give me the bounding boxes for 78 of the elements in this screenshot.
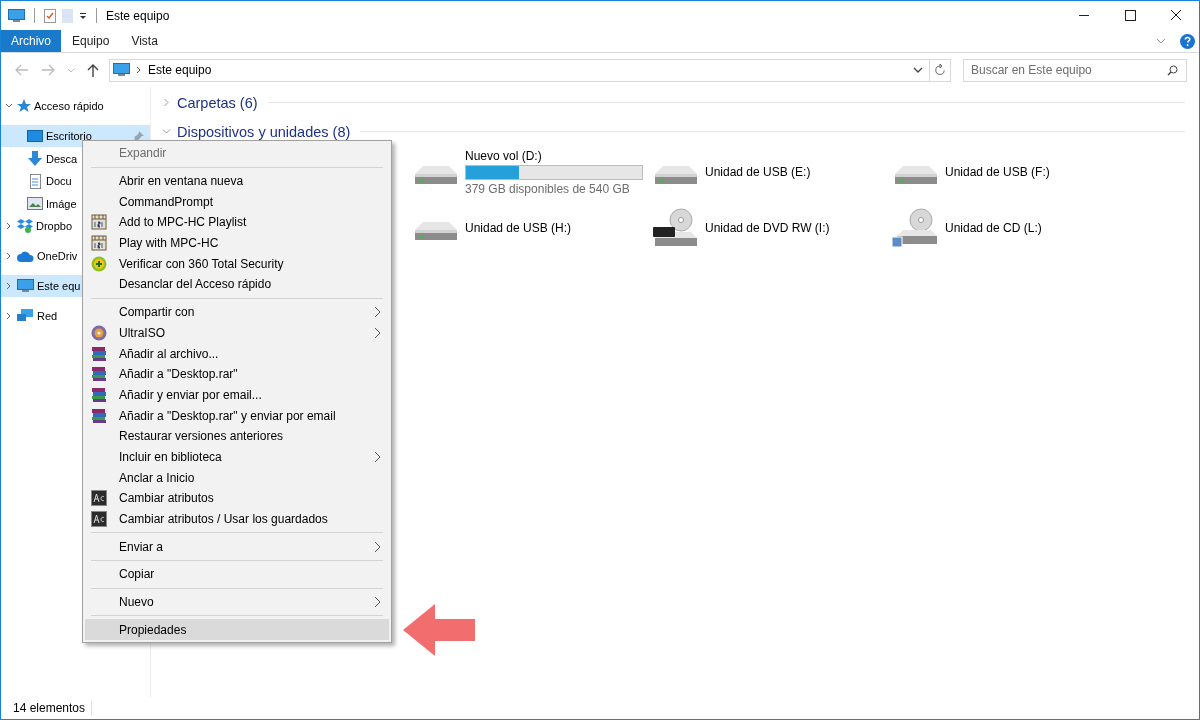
menu-item[interactable]: Añadir a "Desktop.rar" [85, 363, 389, 385]
image-icon [27, 197, 43, 211]
drive-name[interactable]: Unidad de CD (L:) [945, 221, 1042, 235]
forward-arrow-icon[interactable] [41, 64, 55, 76]
boxes-icon [17, 219, 33, 234]
drive-name[interactable]: Unidad de USB (H:) [465, 221, 572, 235]
up-arrow-icon[interactable] [87, 63, 99, 77]
group-heading[interactable]: Dispositivos y unidades (8) [177, 123, 351, 140]
menu-item[interactable]: Play with MPC-HC [85, 232, 389, 254]
address-bar[interactable]: Este equipo [109, 58, 930, 82]
menu-item[interactable]: Cambiar atributos / Usar los guardados [85, 508, 389, 530]
film-icon [91, 214, 107, 231]
app-icon [91, 490, 107, 507]
books-icon [91, 345, 107, 362]
menu-item[interactable]: Compartir con [85, 301, 389, 323]
app-icon [91, 511, 107, 528]
drive-name[interactable]: Unidad de USB (F:) [945, 165, 1050, 179]
menu-item[interactable]: Cambiar atributos [85, 488, 389, 509]
chevron-icon[interactable] [5, 282, 13, 291]
menu-item[interactable]: Nuevo [85, 591, 389, 613]
pin-icon[interactable] [134, 131, 144, 141]
menu-item[interactable]: Añadir al archivo... [85, 343, 389, 364]
help-icon[interactable] [1180, 33, 1195, 49]
search-icon[interactable] [1167, 64, 1178, 76]
cloud-icon [17, 250, 34, 262]
disc-icon [91, 324, 107, 341]
chevron-icon[interactable] [5, 222, 13, 231]
menu-item[interactable]: Verificar con 360 Total Security [85, 253, 389, 275]
search-field[interactable]: Buscar en Este equipo [963, 58, 1187, 82]
plus-icon [91, 255, 107, 272]
item-count: 14 elementos [13, 701, 86, 715]
books-icon [91, 407, 107, 424]
drive-name[interactable]: Unidad de USB (E:) [705, 165, 811, 179]
menu-item[interactable]: Enviar a [85, 536, 389, 558]
back-arrow-icon[interactable] [15, 64, 29, 76]
document-icon [27, 173, 43, 189]
chevron-down-icon[interactable] [1156, 38, 1166, 44]
menu-item[interactable]: Añadir y enviar por email... [85, 384, 389, 406]
drive-name[interactable]: Nuevo vol (D:) [465, 148, 643, 163]
cd-drive-icon[interactable] [891, 208, 939, 248]
menu-item[interactable]: Incluir en biblioteca [85, 446, 389, 468]
chevron-icon[interactable] [5, 252, 13, 261]
desktop-icon [27, 130, 43, 142]
computer-icon[interactable] [8, 8, 25, 23]
menu-item[interactable]: Copiar [85, 564, 389, 585]
star-icon [17, 99, 31, 113]
refresh-icon [934, 64, 946, 76]
menu-item[interactable]: CommandPrompt [85, 191, 389, 213]
menu-item[interactable]: Add to MPC-HC Playlist [85, 212, 389, 233]
menu-item[interactable]: Restaurar versiones anteriores [85, 425, 389, 447]
menu-item[interactable]: Anclar a Inicio [85, 467, 389, 488]
ribbon-tab[interactable]: Equipo [61, 30, 121, 52]
menu-item[interactable]: Añadir a "Desktop.rar" y enviar por email [85, 405, 389, 426]
menu-item[interactable]: Propiedades [85, 619, 389, 641]
refresh-button[interactable] [929, 58, 951, 82]
film-icon [91, 235, 107, 252]
download-icon [27, 151, 43, 167]
dropdown-icon[interactable] [79, 11, 87, 20]
books-icon [91, 386, 107, 403]
dvd-drive-icon[interactable] [651, 208, 699, 248]
chevron-right-icon [136, 66, 142, 74]
chevron-icon[interactable] [5, 102, 13, 110]
free-space-text: 379 GB disponibles de 540 GB [465, 181, 631, 196]
dropdown-icon[interactable] [913, 67, 923, 73]
computer-icon [17, 279, 34, 294]
ribbon-tab[interactable]: Vista [120, 30, 169, 52]
books-icon [91, 366, 107, 383]
window-title: Este equipo [106, 8, 170, 23]
menu-item[interactable]: Abrir en ventana nueva [85, 170, 389, 192]
sidebar-item[interactable]: Acceso rápido [1, 95, 150, 117]
menu-item[interactable]: UltraISO [85, 322, 389, 344]
history-chevron-icon[interactable] [67, 67, 75, 73]
drive-name[interactable]: Unidad de DVD RW (I:) [705, 221, 830, 235]
chevron-icon[interactable] [5, 312, 13, 321]
network-icon [17, 309, 34, 324]
computer-icon [113, 63, 130, 77]
clipboard-check-icon[interactable] [44, 8, 56, 23]
group-heading[interactable]: Carpetas (6) [177, 94, 258, 111]
